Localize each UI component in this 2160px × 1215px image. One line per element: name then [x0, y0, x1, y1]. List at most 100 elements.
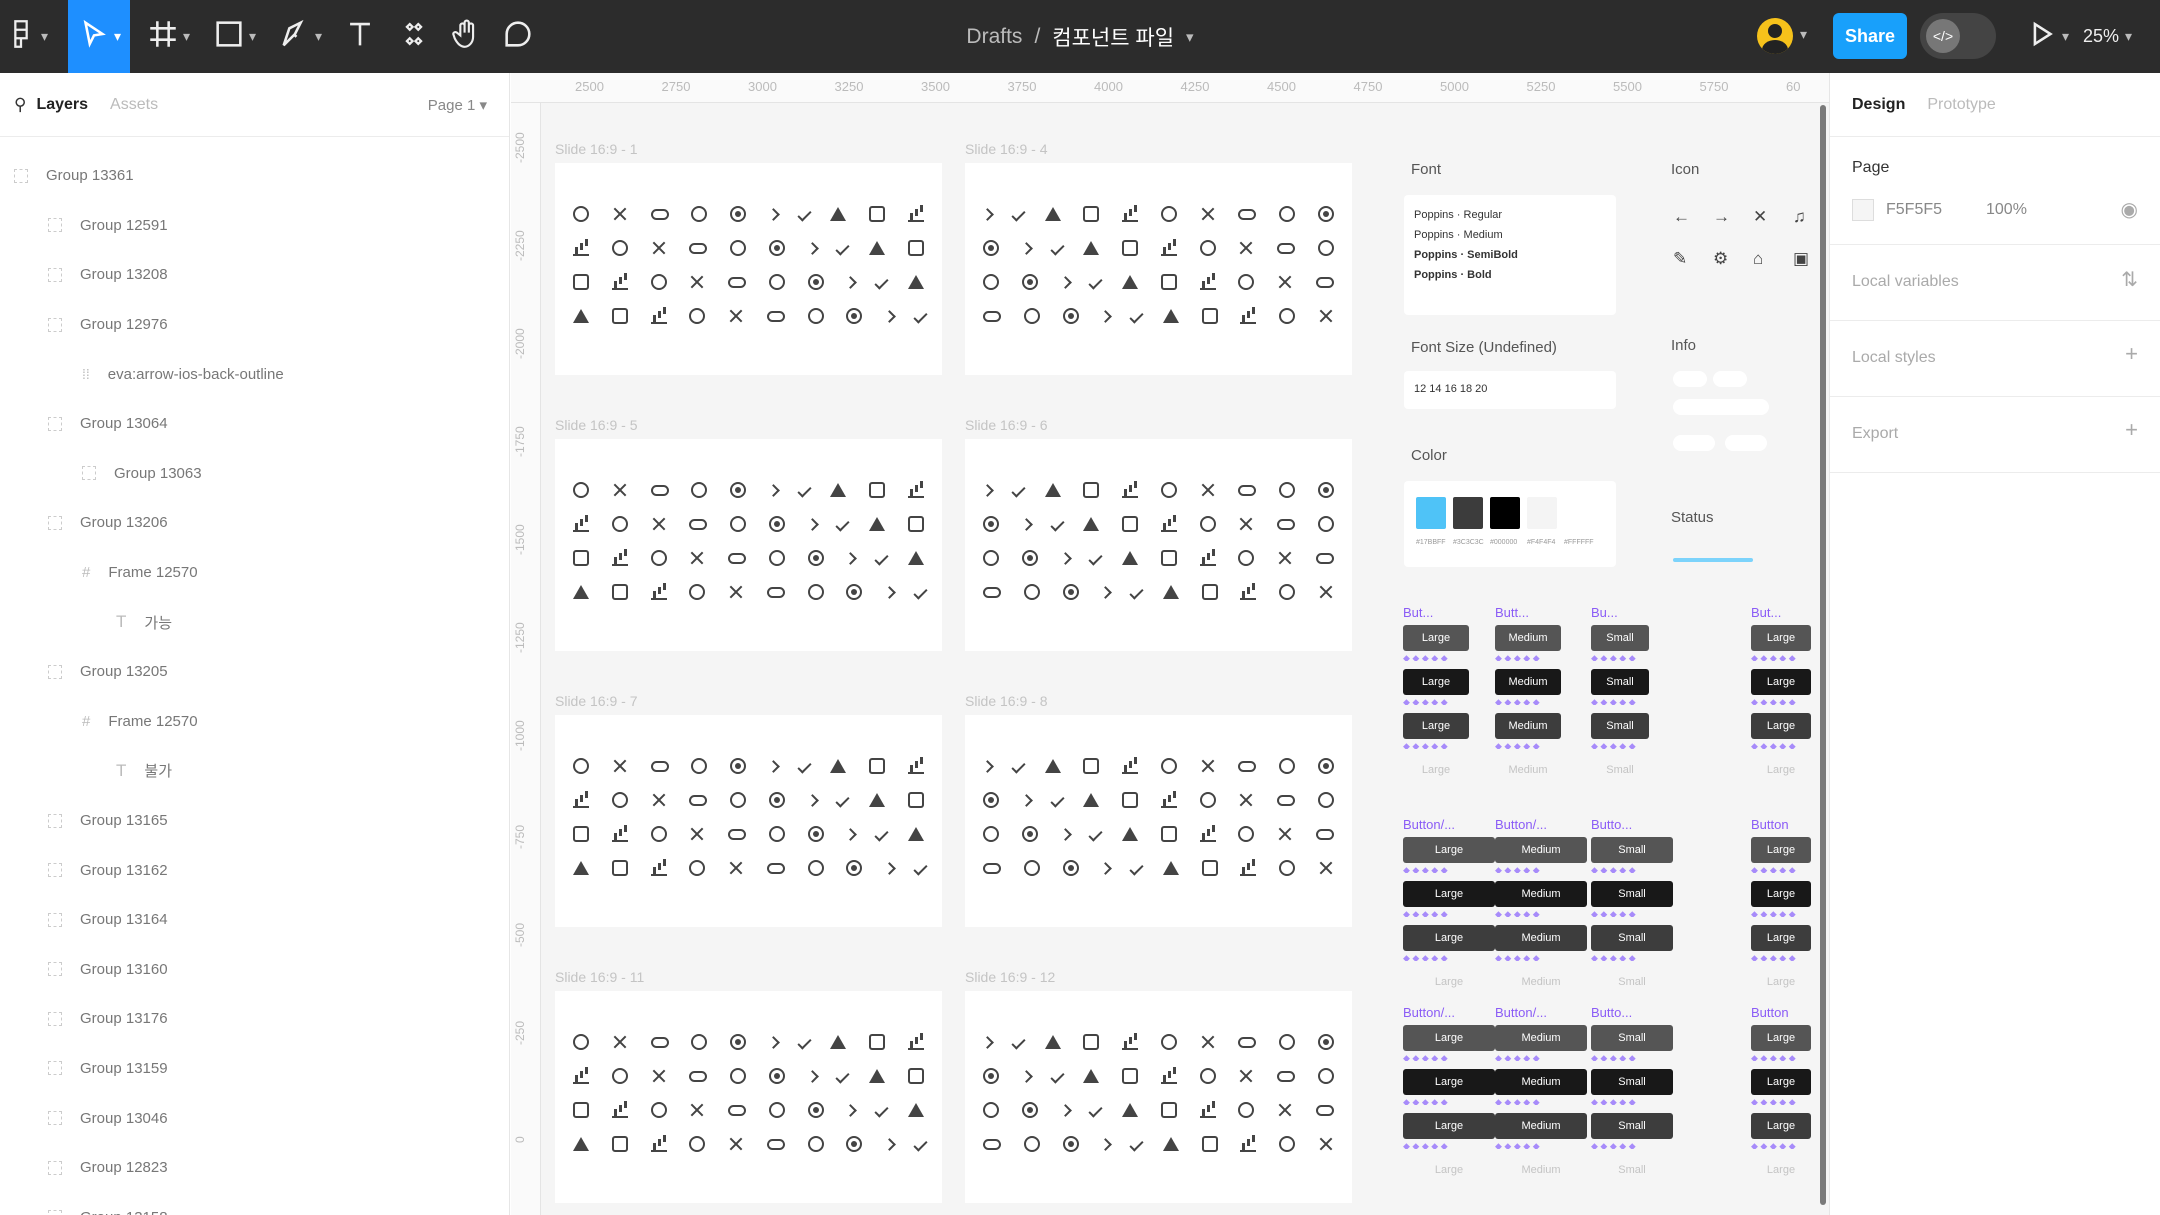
button-variant[interactable]: Large: [1751, 837, 1811, 863]
check-icon[interactable]: [1088, 1102, 1103, 1118]
chev-icon[interactable]: [1019, 241, 1033, 255]
dot-icon[interactable]: [730, 206, 747, 222]
dot-icon[interactable]: [1021, 826, 1038, 842]
check-icon[interactable]: [1129, 308, 1144, 324]
tri-icon[interactable]: [1044, 207, 1061, 221]
button-variant[interactable]: Large: [1751, 713, 1811, 739]
bars-icon[interactable]: [1199, 274, 1216, 290]
square-icon[interactable]: [611, 308, 628, 324]
button-variant[interactable]: Small: [1591, 837, 1673, 863]
slide-title[interactable]: Slide 16:9 - 1: [555, 141, 638, 157]
cross-icon[interactable]: [728, 308, 744, 324]
check-icon[interactable]: [1049, 240, 1065, 256]
shape-tool-button[interactable]: ▾: [206, 0, 262, 73]
button-variant[interactable]: Large: [1403, 881, 1495, 907]
present-button[interactable]: ▾: [2020, 0, 2074, 73]
chev-icon[interactable]: [1019, 517, 1033, 531]
circle-icon[interactable]: [691, 482, 708, 498]
button-variant[interactable]: Small: [1591, 1025, 1673, 1051]
eye-icon[interactable]: ◉: [2121, 197, 2138, 222]
pill-icon[interactable]: [728, 828, 747, 840]
check-icon[interactable]: [835, 792, 850, 808]
square-icon[interactable]: [611, 1136, 628, 1152]
slide-frame[interactable]: [965, 439, 1352, 651]
component-set-title[interactable]: Button/...: [1403, 817, 1455, 832]
tri-icon[interactable]: [907, 827, 924, 841]
info-chip[interactable]: [1725, 435, 1767, 451]
square-icon[interactable]: [1201, 860, 1218, 876]
dot-icon[interactable]: [807, 550, 824, 566]
button-variant[interactable]: Large: [1403, 757, 1469, 783]
square-icon[interactable]: [573, 826, 589, 842]
pill-icon[interactable]: [766, 1138, 785, 1150]
button-variant[interactable]: Large: [1751, 881, 1811, 907]
cross-icon[interactable]: [1200, 482, 1216, 498]
bars-icon[interactable]: [907, 206, 924, 222]
circle-icon[interactable]: [1317, 240, 1334, 256]
square-icon[interactable]: [1083, 1034, 1100, 1050]
check-icon[interactable]: [913, 308, 928, 324]
circle-icon[interactable]: [730, 516, 747, 532]
component-set-title[interactable]: Butt...: [1495, 605, 1529, 620]
pill-icon[interactable]: [650, 760, 669, 772]
circle-icon[interactable]: [807, 860, 824, 876]
check-icon[interactable]: [1129, 860, 1144, 876]
circle-icon[interactable]: [1317, 516, 1334, 532]
check-icon[interactable]: [913, 860, 928, 876]
canvas-scrollbar[interactable]: [1820, 105, 1826, 1205]
circle-icon[interactable]: [1238, 1102, 1255, 1118]
slide-title[interactable]: Slide 16:9 - 7: [555, 693, 638, 709]
dot-icon[interactable]: [730, 758, 747, 774]
button-variant[interactable]: Small: [1591, 1113, 1673, 1139]
cross-icon[interactable]: [651, 1068, 667, 1084]
slide-title[interactable]: Slide 16:9 - 5: [555, 417, 638, 433]
button-variant[interactable]: Small: [1591, 669, 1649, 695]
bars-icon[interactable]: [573, 792, 589, 808]
layer-row[interactable]: T 가능: [0, 597, 509, 647]
cross-icon[interactable]: [612, 758, 628, 774]
button-variant[interactable]: Large: [1403, 837, 1495, 863]
square-icon[interactable]: [1201, 584, 1218, 600]
bars-icon[interactable]: [611, 550, 628, 566]
button-variant[interactable]: Medium: [1495, 625, 1561, 651]
square-icon[interactable]: [907, 792, 924, 808]
dot-icon[interactable]: [1317, 482, 1334, 498]
color-card[interactable]: #17BBFF #3C3C3C #000000 #F4F4F4 #FFFFFF: [1404, 481, 1616, 567]
tri-icon[interactable]: [1122, 275, 1139, 289]
check-icon[interactable]: [874, 550, 889, 566]
bars-icon[interactable]: [1199, 1102, 1216, 1118]
chev-icon[interactable]: [1058, 1103, 1072, 1117]
circle-icon[interactable]: [1199, 516, 1216, 532]
chev-icon[interactable]: [1099, 861, 1113, 875]
button-variant[interactable]: Medium: [1495, 969, 1587, 995]
button-variant[interactable]: Large: [1751, 925, 1811, 951]
circle-icon[interactable]: [1279, 308, 1296, 324]
font-size-card[interactable]: 12 14 16 18 20: [1404, 371, 1616, 409]
bell-icon[interactable]: ♫: [1793, 207, 1806, 227]
tri-icon[interactable]: [869, 241, 886, 255]
color-swatch[interactable]: [1416, 497, 1446, 529]
circle-icon[interactable]: [768, 274, 785, 290]
variables-adjust-icon[interactable]: ⇅: [2121, 267, 2138, 292]
chev-icon[interactable]: [1058, 551, 1072, 565]
dot-icon[interactable]: [730, 482, 747, 498]
check-icon[interactable]: [1011, 758, 1026, 774]
chev-icon[interactable]: [883, 1137, 896, 1151]
circle-icon[interactable]: [983, 274, 999, 290]
circle-icon[interactable]: [1160, 758, 1177, 774]
color-swatch[interactable]: [1527, 497, 1557, 529]
button-variant[interactable]: Medium: [1495, 1069, 1587, 1095]
check-icon[interactable]: [874, 1102, 889, 1118]
text-tool-button[interactable]: [338, 0, 382, 73]
color-swatch[interactable]: [1564, 497, 1594, 529]
close-icon[interactable]: ✕: [1753, 207, 1767, 227]
square-icon[interactable]: [573, 1102, 589, 1118]
cross-icon[interactable]: [1277, 826, 1293, 842]
circle-icon[interactable]: [1160, 206, 1177, 222]
layer-row[interactable]: ⁞⁞ eva:arrow-ios-back-outline: [0, 349, 509, 399]
dot-icon[interactable]: [1021, 550, 1038, 566]
bars-icon[interactable]: [573, 240, 589, 256]
circle-icon[interactable]: [1279, 482, 1296, 498]
cross-icon[interactable]: [1200, 758, 1216, 774]
layer-row[interactable]: Group 12823: [0, 1143, 509, 1193]
